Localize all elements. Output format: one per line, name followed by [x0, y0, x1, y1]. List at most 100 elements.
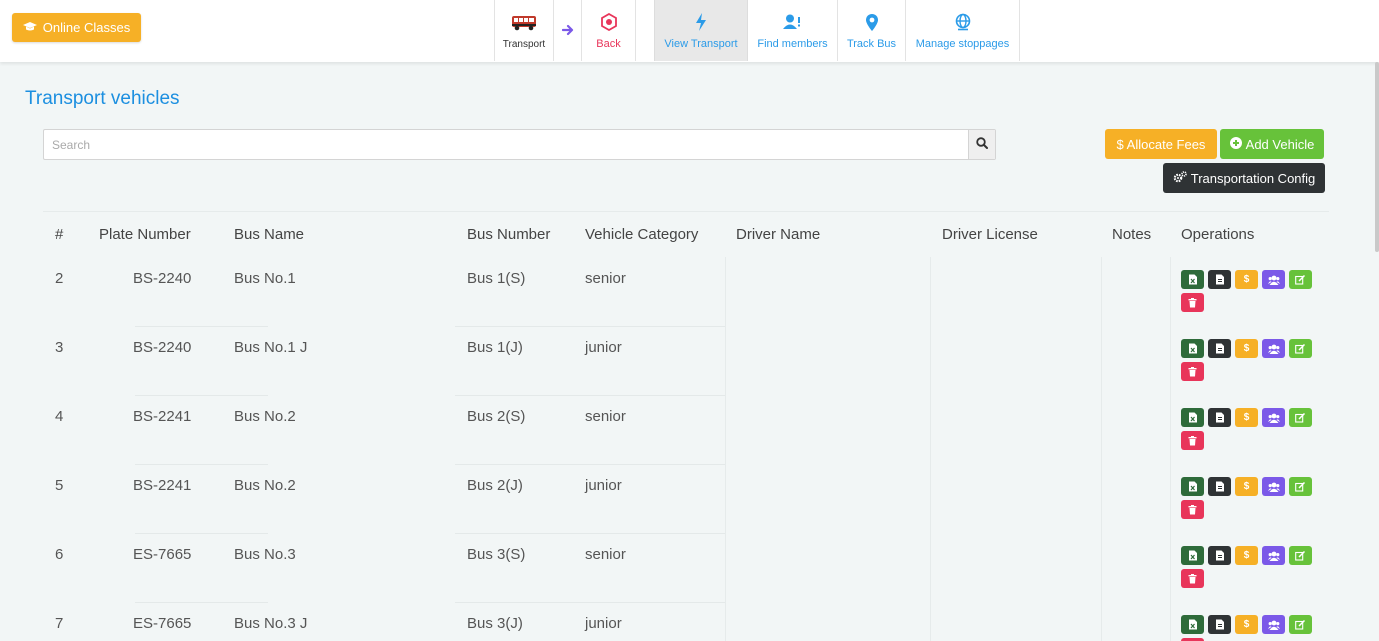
export-excel-icon	[1188, 481, 1198, 492]
dollar-button[interactable]: $	[1235, 477, 1258, 496]
edit-button[interactable]	[1289, 408, 1312, 427]
export-excel-button[interactable]	[1181, 339, 1204, 358]
row-index: 5	[55, 477, 64, 494]
export-excel-button[interactable]	[1181, 270, 1204, 289]
dollar-button[interactable]: $	[1235, 408, 1258, 427]
plate-number-cell: BS-2240	[133, 339, 192, 356]
delete-button[interactable]	[1181, 431, 1204, 450]
row-operations: $	[1181, 615, 1321, 641]
page-title: Transport vehicles	[25, 88, 180, 109]
nav-view-transport[interactable]: View Transport	[654, 0, 748, 61]
allocate-fees-button[interactable]: $ Allocate Fees	[1105, 129, 1217, 159]
transportation-config-button[interactable]: Transportation Config	[1163, 163, 1325, 193]
row-divider	[455, 395, 725, 396]
export-excel-icon	[1188, 619, 1198, 630]
bus-name-cell: Bus No.3 J	[234, 615, 308, 632]
document-button[interactable]	[1208, 546, 1231, 565]
export-excel-button[interactable]	[1181, 546, 1204, 565]
users-button[interactable]	[1262, 546, 1285, 565]
plate-number-cell: BS-2240	[133, 270, 192, 287]
document-icon	[1215, 274, 1225, 285]
globe-icon	[954, 11, 972, 33]
row-divider	[135, 602, 268, 603]
search-icon	[976, 136, 988, 154]
bus-name-cell: Bus No.2	[234, 408, 296, 425]
dollar-button[interactable]: $	[1235, 270, 1258, 289]
search-input[interactable]	[44, 130, 969, 159]
header-bus-name: Bus Name	[234, 226, 305, 243]
vehicle-category-cell: senior	[585, 270, 626, 287]
nav-arrow	[554, 0, 582, 61]
bus-name-cell: Bus No.1	[234, 270, 296, 287]
edit-icon	[1295, 412, 1306, 423]
delete-button[interactable]	[1181, 293, 1204, 312]
cogs-icon	[1173, 170, 1187, 186]
users-button[interactable]	[1262, 408, 1285, 427]
row-operations: $	[1181, 477, 1321, 519]
nav-track-bus[interactable]: Track Bus	[838, 0, 906, 61]
document-button[interactable]	[1208, 477, 1231, 496]
edit-button[interactable]	[1289, 615, 1312, 634]
search-button[interactable]	[968, 130, 995, 159]
edit-button[interactable]	[1289, 546, 1312, 565]
users-icon	[1267, 620, 1280, 630]
row-index: 7	[55, 615, 64, 632]
row-operations: $	[1181, 270, 1321, 312]
users-button[interactable]	[1262, 477, 1285, 496]
delete-icon	[1188, 504, 1197, 515]
edit-button[interactable]	[1289, 477, 1312, 496]
table-row: 5 BS-2241 Bus No.2 Bus 2(J) junior $	[43, 464, 1329, 533]
users-icon	[1267, 551, 1280, 561]
online-classes-button[interactable]: Online Classes	[12, 13, 141, 42]
table-row: 6 ES-7665 Bus No.3 Bus 3(S) senior $	[43, 533, 1329, 602]
export-excel-button[interactable]	[1181, 615, 1204, 634]
dollar-button[interactable]: $	[1235, 546, 1258, 565]
nav-find-members-label: Find members	[757, 38, 828, 50]
transportation-config-label: Transportation Config	[1190, 170, 1316, 186]
row-index: 4	[55, 408, 64, 425]
delete-button[interactable]	[1181, 569, 1204, 588]
export-excel-icon	[1188, 412, 1198, 423]
export-excel-button[interactable]	[1181, 477, 1204, 496]
table-row: 3 BS-2240 Bus No.1 J Bus 1(J) junior $	[43, 326, 1329, 395]
row-index: 2	[55, 270, 64, 287]
dollar-button[interactable]: $	[1235, 339, 1258, 358]
users-button[interactable]	[1262, 339, 1285, 358]
nav-manage-stoppages[interactable]: Manage stoppages	[906, 0, 1020, 61]
plate-number-cell: ES-7665	[133, 615, 192, 632]
arrow-right-icon	[561, 23, 574, 39]
dollar-icon: $	[1243, 619, 1250, 630]
vehicle-category-cell: junior	[585, 615, 622, 632]
delete-button[interactable]	[1181, 500, 1204, 519]
dollar-icon: $	[1243, 274, 1250, 285]
delete-button[interactable]	[1181, 362, 1204, 381]
document-icon	[1215, 481, 1225, 492]
header-operations: Operations	[1181, 226, 1255, 243]
column-divider	[1101, 257, 1102, 641]
document-icon	[1215, 619, 1225, 630]
edit-button[interactable]	[1289, 339, 1312, 358]
document-button[interactable]	[1208, 270, 1231, 289]
nav-manage-stoppages-label: Manage stoppages	[915, 38, 1010, 50]
row-operations: $	[1181, 339, 1321, 381]
edit-icon	[1295, 550, 1306, 561]
dollar-icon: $	[1243, 412, 1250, 423]
nav-transport[interactable]: Transport	[494, 0, 554, 61]
page-scrollbar[interactable]	[1375, 62, 1379, 252]
add-vehicle-button[interactable]: Add Vehicle	[1220, 129, 1324, 159]
column-divider	[1170, 257, 1171, 641]
export-excel-button[interactable]	[1181, 408, 1204, 427]
nav-back[interactable]: Back	[582, 0, 636, 61]
document-button[interactable]	[1208, 615, 1231, 634]
edit-button[interactable]	[1289, 270, 1312, 289]
nav-find-members[interactable]: Find members	[748, 0, 838, 61]
users-button[interactable]	[1262, 270, 1285, 289]
online-classes-label: Online Classes	[42, 20, 131, 35]
row-operations: $	[1181, 408, 1321, 450]
dollar-button[interactable]: $	[1235, 615, 1258, 634]
users-button[interactable]	[1262, 615, 1285, 634]
document-button[interactable]	[1208, 339, 1231, 358]
document-button[interactable]	[1208, 408, 1231, 427]
users-icon	[1267, 482, 1280, 492]
column-divider	[725, 257, 726, 641]
